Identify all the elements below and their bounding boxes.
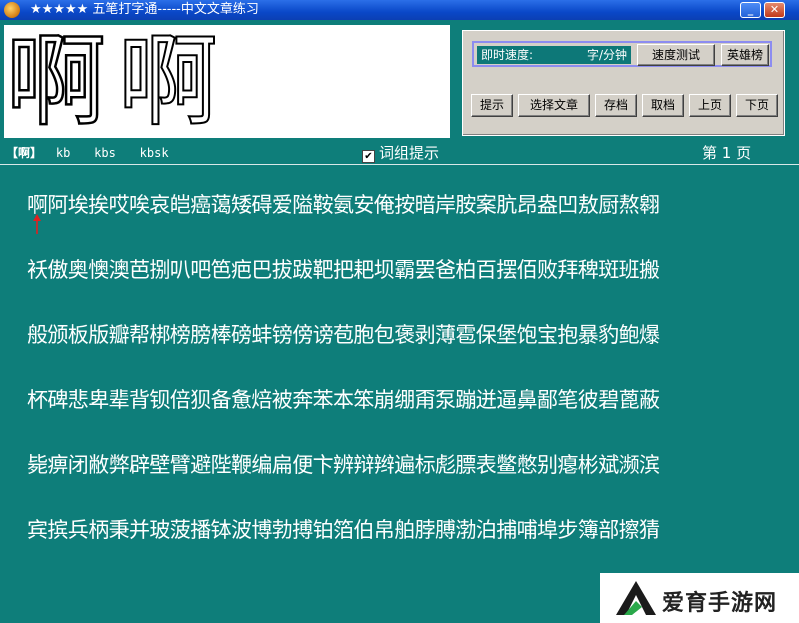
minimize-button[interactable]: _ bbox=[740, 2, 761, 18]
control-panel: 即时速度: 字/分钟 速度测试 英雄榜 提示 选择文章 存档 取档 上页 下页 bbox=[462, 30, 785, 136]
watermark-text: 爱育手游网 bbox=[662, 591, 778, 616]
load-button[interactable]: 取档 bbox=[642, 94, 684, 117]
speed-label: 即时速度: bbox=[481, 48, 534, 62]
article-line: 啊阿埃挨哎唉哀皑癌蔼矮碍爱隘鞍氨安俺按暗岸胺案肮昂盎凹敖厨熬翱 bbox=[27, 193, 660, 217]
watermark: 爱育手游网 bbox=[600, 573, 799, 623]
speed-test-button[interactable]: 速度测试 bbox=[637, 44, 715, 66]
app-icon bbox=[4, 2, 20, 18]
info-row: 【啊】 kb kbs kbsk ✔ 词组提示 第 1 页 bbox=[0, 141, 799, 163]
prev-page-button[interactable]: 上页 bbox=[689, 94, 731, 117]
article-line: 般颁板版瓣帮梆榜膀棒磅蚌镑傍谤苞胞包褒剥薄雹保堡饱宝抱暴豹鲍爆 bbox=[27, 323, 660, 347]
select-article-button[interactable]: 选择文章 bbox=[518, 94, 590, 117]
phrase-hint-label: 词组提示 bbox=[379, 144, 440, 162]
phrase-hint-toggle[interactable]: ✔ 词组提示 bbox=[362, 142, 439, 163]
article-text-area[interactable]: 啊阿埃挨哎唉哀皑癌蔼矮碍爱隘鞍氨安俺按暗岸胺案肮昂盎凹敖厨熬翱 袄傲奥懊澳芭捌叭… bbox=[0, 166, 799, 623]
close-button[interactable]: ✕ bbox=[764, 2, 785, 18]
phrase-hint-checkbox[interactable]: ✔ bbox=[362, 150, 375, 163]
code-4: kbsk bbox=[139, 146, 169, 160]
article-line: 宾摈兵柄秉并玻菠播钵波博勃搏铂箔伯帛舶脖膊渤泊捕哺埠步簿部擦猜 bbox=[27, 518, 660, 542]
code-2: kb bbox=[55, 146, 71, 160]
speed-unit: 字/分钟 bbox=[586, 48, 627, 62]
divider bbox=[0, 164, 799, 165]
speed-box: 即时速度: 字/分钟 速度测试 英雄榜 bbox=[472, 41, 772, 67]
article-line: 毙痹闭敝弊辟壁臂避陛鞭编扁便卞辨辩辫遍标彪膘表鳖憋别瘪彬斌濒滨 bbox=[27, 453, 660, 477]
page-indicator: 第 1 页 bbox=[702, 144, 752, 162]
leaderboard-button[interactable]: 英雄榜 bbox=[721, 44, 769, 66]
title-bar: ★★★★★ 五笔打字通-----中文文章练习 _ ✕ bbox=[0, 0, 799, 20]
speed-readout: 即时速度: 字/分钟 bbox=[477, 46, 631, 64]
current-char-label: 【啊】 bbox=[6, 146, 43, 160]
hint-button[interactable]: 提示 bbox=[471, 94, 513, 117]
save-button[interactable]: 存档 bbox=[595, 94, 637, 117]
cursor-arrow-icon bbox=[33, 214, 41, 234]
code-info: 【啊】 kb kbs kbsk bbox=[6, 144, 189, 161]
article-line: 袄傲奥懊澳芭捌叭吧笆疤巴拔跋靶把耙坝霸罢爸柏百摆佰败拜稗斑班搬 bbox=[27, 258, 660, 282]
character-display: 啊 啊 bbox=[4, 25, 450, 138]
next-page-button[interactable]: 下页 bbox=[736, 94, 778, 117]
watermark-logo-icon bbox=[616, 581, 656, 615]
article-line: 杯碑悲卑辈背钡倍狈备惫焙被奔苯本笨崩绷甭泵蹦迸逼鼻鄙笔彼碧蓖蔽 bbox=[27, 388, 660, 412]
window-title: ★★★★★ 五笔打字通-----中文文章练习 bbox=[30, 2, 259, 17]
current-char-glyph: 啊 bbox=[5, 25, 108, 138]
current-char-outline: 啊 bbox=[117, 25, 219, 138]
code-3: kbs bbox=[94, 146, 116, 160]
